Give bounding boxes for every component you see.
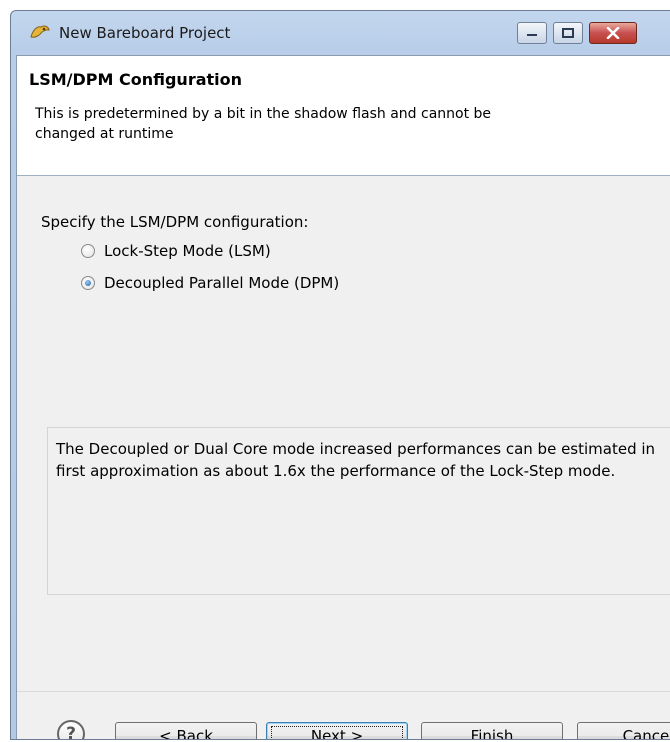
bareboard-project-icon (30, 25, 50, 38)
next-button[interactable]: Next > (266, 722, 408, 739)
cancel-label: Cancel (622, 727, 670, 740)
page-description: This is predetermined by a bit in the sh… (35, 106, 492, 142)
radio-lsm-indicator[interactable] (81, 244, 95, 258)
minimize-button[interactable] (517, 22, 547, 44)
config-group-label: Specify the LSM/DPM configuration: (41, 213, 309, 231)
wizard-window: New Bareboard Project LSM/DPM Configurat… (10, 10, 670, 740)
radio-dpm[interactable]: Decoupled Parallel Mode (DPM) (81, 272, 339, 294)
wizard-content: Specify the LSM/DPM configuration: Lock-… (17, 177, 670, 739)
title-bar[interactable]: New Bareboard Project (11, 11, 670, 55)
description-panel: The Decoupled or Dual Core mode increase… (47, 427, 670, 595)
help-button[interactable]: ? (57, 720, 85, 740)
finish-label-rest: inish (478, 727, 514, 740)
radio-dpm-indicator[interactable] (81, 276, 95, 290)
close-icon (606, 27, 620, 39)
close-button[interactable] (589, 22, 637, 44)
help-icon: ? (66, 724, 76, 740)
maximize-icon (562, 28, 574, 38)
wizard-banner: LSM/DPM Configuration This is predetermi… (17, 56, 670, 176)
radio-lsm[interactable]: Lock-Step Mode (LSM) (81, 240, 271, 262)
window-title: New Bareboard Project (59, 24, 231, 42)
next-focus-ring (271, 726, 403, 739)
minimize-icon (527, 34, 537, 36)
radio-dpm-label: Decoupled Parallel Mode (DPM) (104, 274, 340, 292)
maximize-button[interactable] (553, 22, 583, 44)
back-label-rest: ack (186, 727, 213, 740)
page-title: LSM/DPM Configuration (29, 70, 243, 89)
back-label-prefix: < (159, 727, 177, 740)
dialog-body: LSM/DPM Configuration This is predetermi… (16, 55, 670, 739)
back-button[interactable]: < Back (115, 722, 257, 740)
radio-lsm-label: Lock-Step Mode (LSM) (104, 242, 271, 260)
footer-divider (17, 691, 670, 692)
finish-button[interactable]: Finish (421, 722, 563, 740)
description-text: The Decoupled or Dual Core mode increase… (56, 440, 656, 480)
cancel-button[interactable]: Cancel (577, 722, 670, 740)
back-label-mnemonic: B (176, 727, 187, 740)
